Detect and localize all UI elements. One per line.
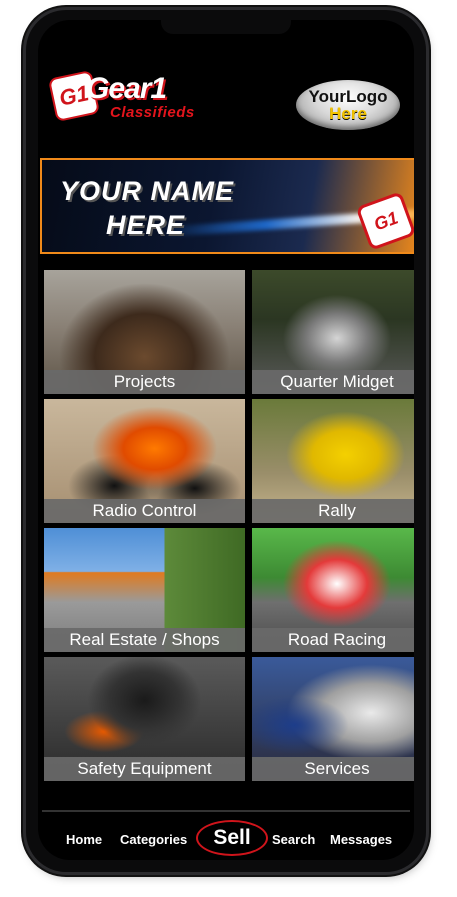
- nav-search[interactable]: Search: [272, 832, 315, 847]
- your-logo-line1: YourLogo: [308, 87, 388, 106]
- banner-text-line2: HERE: [106, 210, 186, 240]
- category-label: Radio Control: [44, 499, 245, 523]
- category-tile-services[interactable]: Services: [252, 657, 414, 781]
- category-tile-real-estate[interactable]: Real Estate / Shops: [44, 528, 245, 652]
- nav-messages[interactable]: Messages: [330, 832, 392, 847]
- category-label: Quarter Midget: [252, 370, 414, 394]
- nav-divider: [42, 810, 410, 812]
- category-tile-safety-equipment[interactable]: Safety Equipment: [44, 657, 245, 781]
- category-label: Projects: [44, 370, 245, 394]
- category-label: Safety Equipment: [44, 757, 245, 781]
- category-label: Services: [252, 757, 414, 781]
- gear1-logo[interactable]: G1 Gear1 Classifieds: [47, 68, 222, 128]
- nav-sell-button[interactable]: Sell: [196, 820, 268, 856]
- category-tile-rally[interactable]: Rally: [252, 399, 414, 523]
- category-label: Real Estate / Shops: [44, 628, 245, 652]
- category-label: Road Racing: [252, 628, 414, 652]
- phone-notch: [161, 20, 291, 34]
- phone-frame: G1 Gear1 Classifieds YourLogo Here YOUR …: [26, 10, 426, 872]
- app-screen: G1 Gear1 Classifieds YourLogo Here YOUR …: [38, 20, 414, 860]
- category-label: Rally: [252, 499, 414, 523]
- bottom-nav: Home Categories Sell Search Messages: [38, 820, 414, 856]
- category-tile-projects[interactable]: Projects: [44, 270, 245, 394]
- banner-g1-badge: G1: [355, 191, 414, 251]
- your-logo-placeholder: YourLogo Here: [296, 80, 400, 130]
- category-tile-quarter-midget[interactable]: Quarter Midget: [252, 270, 414, 394]
- category-tile-road-racing[interactable]: Road Racing: [252, 528, 414, 652]
- category-tile-radio-control[interactable]: Radio Control: [44, 399, 245, 523]
- banner-text-line1: YOUR NAME: [60, 176, 235, 206]
- logo-subtitle: Classifieds: [110, 104, 195, 121]
- nav-categories[interactable]: Categories: [120, 832, 187, 847]
- nav-home[interactable]: Home: [66, 832, 102, 847]
- your-logo-line2: Here: [329, 104, 367, 123]
- logo-title: Gear1: [86, 72, 167, 105]
- category-grid: Projects Quarter Midget Radio Control Ra…: [44, 270, 414, 781]
- name-banner: YOUR NAME HERE G1: [40, 158, 414, 254]
